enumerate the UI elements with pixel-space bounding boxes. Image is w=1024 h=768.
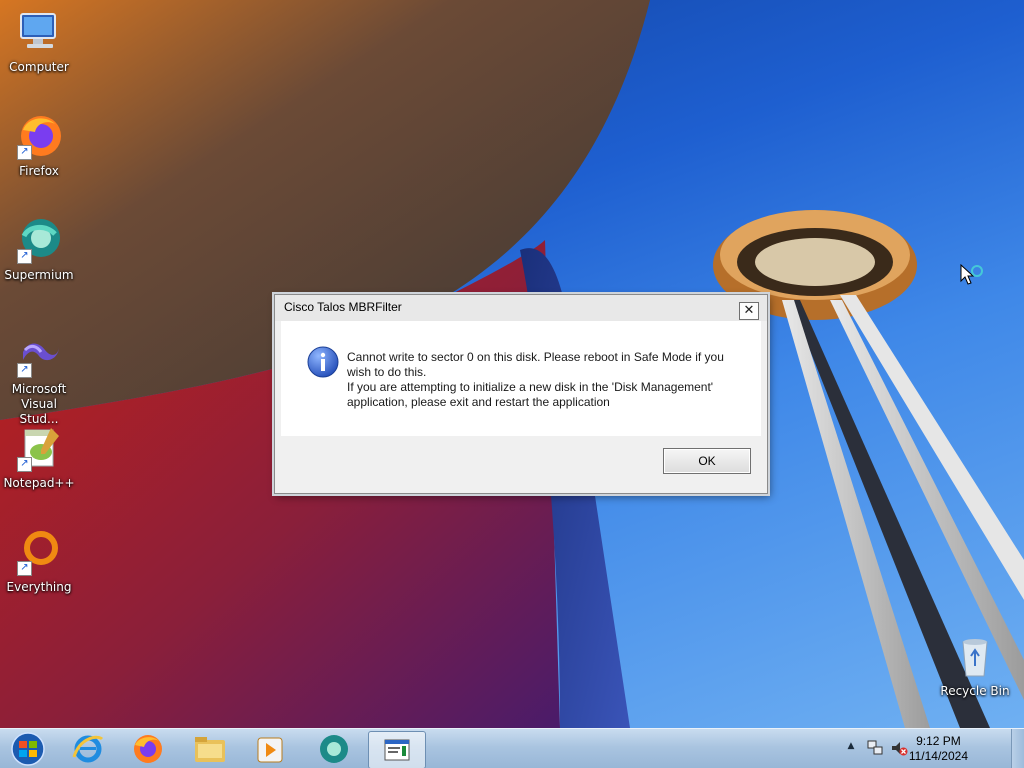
notepadpp-icon: ↗ <box>15 424 63 472</box>
show-desktop-button[interactable] <box>1011 729 1024 768</box>
close-button[interactable]: ✕ <box>739 302 759 320</box>
close-icon: ✕ <box>743 303 755 318</box>
supermium-icon <box>320 735 348 763</box>
desktop-icon-notepadpp[interactable]: ↗ Notepad++ <box>1 424 77 491</box>
dialog-titlebar[interactable]: Cisco Talos MBRFilter ✕ <box>275 295 767 321</box>
tray-time: 9:12 PM <box>916 734 961 748</box>
desktop-icon-everything[interactable]: ↗ Everything <box>1 528 77 595</box>
desktop-icon-label: Everything <box>6 580 72 594</box>
dialog-message-line: application, please exit and restart the… <box>347 395 610 409</box>
firefox-icon <box>134 735 162 763</box>
desktop-icon-label: Notepad++ <box>3 476 75 490</box>
volume-muted-icon[interactable] <box>890 739 908 757</box>
dialog-message-line: wish to do this. <box>347 365 427 379</box>
dialog-message-line: If you are attempting to initialize a ne… <box>347 380 714 394</box>
everything-icon: ↗ <box>15 528 63 576</box>
taskbar: ▲ 9:12 PM 11/14/2024 <box>0 728 1024 768</box>
taskbar-firefox[interactable] <box>122 731 174 767</box>
tray-show-hidden-button[interactable]: ▲ <box>844 741 858 755</box>
info-icon <box>307 346 339 378</box>
network-icon[interactable] <box>866 739 884 757</box>
media-player-icon <box>257 737 283 763</box>
desktop-icon-label: Computer <box>9 60 69 74</box>
mouse-cursor-icon <box>960 263 986 288</box>
shortcut-arrow-icon: ↗ <box>17 145 32 160</box>
shortcut-arrow-icon: ↗ <box>17 249 32 264</box>
message-dialog: Cisco Talos MBRFilter ✕ Cannot write to … <box>274 294 768 494</box>
shortcut-arrow-icon: ↗ <box>17 561 32 576</box>
shortcut-arrow-icon: ↗ <box>17 363 32 378</box>
computer-icon <box>15 8 63 56</box>
taskbar-supermium[interactable] <box>308 731 360 767</box>
start-orb-icon <box>11 732 45 766</box>
desktop-icon-recycle-bin[interactable]: Recycle Bin <box>937 632 1013 699</box>
recycle-bin-icon <box>951 632 999 680</box>
dialog-title: Cisco Talos MBRFilter <box>284 300 402 314</box>
taskbar-notepad-active[interactable] <box>368 731 426 768</box>
desktop-icon-visual-studio[interactable]: ↗ Microsoft Visual Stud... <box>1 330 77 427</box>
desktop-icon-computer[interactable]: Computer <box>1 8 77 75</box>
desktop-icon-label: Firefox <box>19 164 59 178</box>
internet-explorer-icon <box>72 735 104 763</box>
desktop-icon-label: Microsoft Visual Stud... <box>11 382 67 426</box>
dialog-message-line: Cannot write to sector 0 on this disk. P… <box>347 350 724 364</box>
desktop-icon-label: Supermium <box>4 268 74 282</box>
shortcut-arrow-icon: ↗ <box>17 457 32 472</box>
dialog-message: Cannot write to sector 0 on this disk. P… <box>347 350 747 410</box>
taskbar-internet-explorer[interactable] <box>62 731 114 767</box>
notepad-icon <box>384 739 410 761</box>
tray-clock[interactable]: 9:12 PM 11/14/2024 <box>909 734 968 764</box>
ok-button[interactable]: OK <box>663 448 751 474</box>
file-explorer-icon <box>195 737 225 762</box>
taskbar-file-explorer[interactable] <box>184 731 236 767</box>
firefox-icon: ↗ <box>15 112 63 160</box>
desktop-icon-supermium[interactable]: ↗ Supermium <box>1 216 77 283</box>
desktop-icon-label: Recycle Bin <box>940 684 1010 698</box>
tray-date: 11/14/2024 <box>908 749 968 763</box>
visual-studio-icon: ↗ <box>15 330 63 378</box>
dialog-body: Cannot write to sector 0 on this disk. P… <box>281 321 761 436</box>
start-button[interactable] <box>2 731 54 767</box>
taskbar-media-player[interactable] <box>244 731 296 767</box>
supermium-icon: ↗ <box>15 216 63 264</box>
desktop-icon-firefox[interactable]: ↗ Firefox <box>1 112 77 179</box>
chevron-up-icon: ▲ <box>847 741 855 751</box>
